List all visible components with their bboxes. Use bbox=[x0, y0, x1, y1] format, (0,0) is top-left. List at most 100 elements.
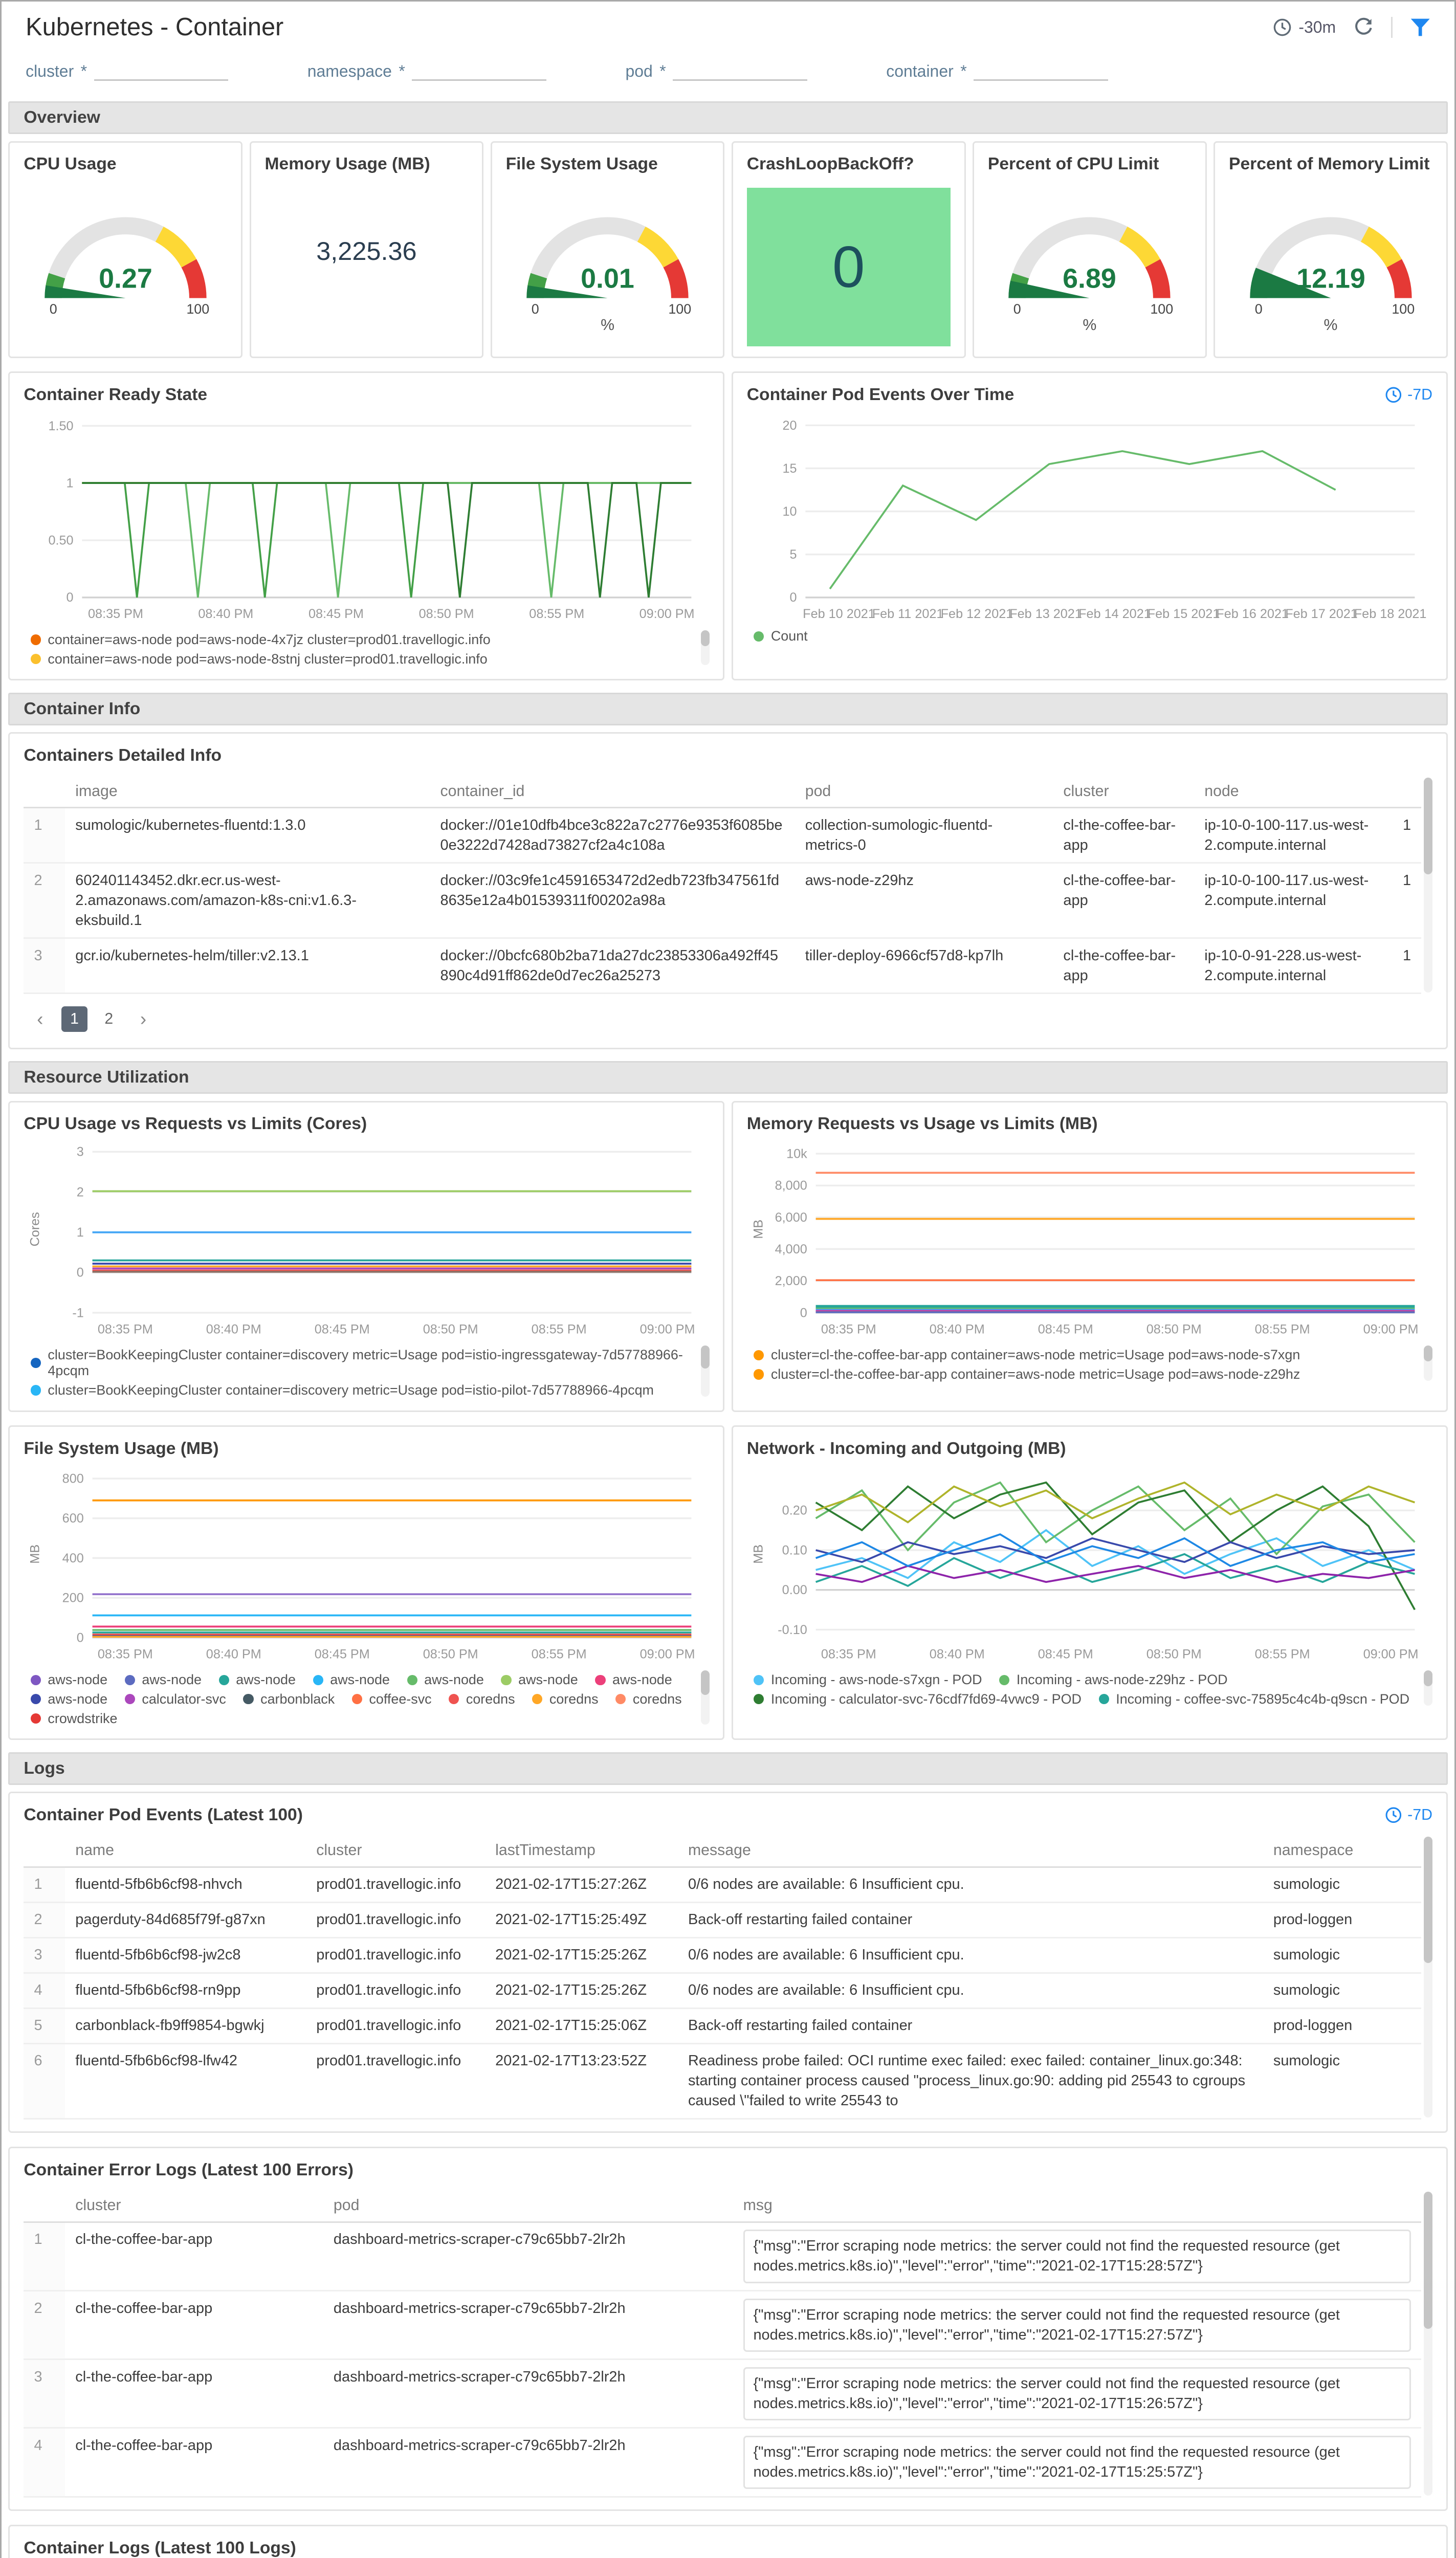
legend-item[interactable]: cluster=cl-the-coffee-bar-app container=… bbox=[754, 1347, 1300, 1363]
column-header[interactable]: namespace bbox=[1263, 1835, 1422, 1868]
scrollbar-thumb[interactable] bbox=[1424, 1837, 1432, 1964]
table-row[interactable]: 2 pagerduty-84d685f79f-g87xn prod01.travel… bbox=[24, 1902, 1422, 1938]
column-header[interactable]: lastTimestamp bbox=[484, 1835, 678, 1868]
legend-item[interactable]: cluster=BookKeepingCluster container=dis… bbox=[30, 1382, 654, 1398]
legend-item[interactable]: aws-node bbox=[407, 1672, 484, 1688]
legend-item[interactable]: container=aws-node pod=aws-node-4x7jz cl… bbox=[30, 632, 491, 648]
column-header[interactable] bbox=[24, 776, 65, 809]
next-page-button[interactable]: › bbox=[130, 1006, 156, 1032]
page-button-1[interactable]: 1 bbox=[61, 1006, 87, 1032]
table-scrollbar[interactable] bbox=[1424, 777, 1432, 993]
legend-scrollbar[interactable] bbox=[1424, 1345, 1432, 1381]
legend-item[interactable]: Incoming - aws-node-s7xgn - POD bbox=[754, 1672, 982, 1688]
table-row[interactable]: 2 602401143452.dkr.ecr.us-west-2.amazonaw… bbox=[24, 863, 1422, 939]
legend-item[interactable]: aws-node bbox=[501, 1672, 578, 1688]
legend-item[interactable]: coredns bbox=[532, 1691, 599, 1707]
legend-item[interactable]: coffee-svc bbox=[351, 1691, 432, 1707]
table-row[interactable]: 3 fluentd-5fb6b6cf98-jw2c8 prod01.travello… bbox=[24, 1937, 1422, 1974]
scrollbar-thumb[interactable] bbox=[700, 630, 710, 646]
cpu-chart[interactable]: -1 0 1 2 3 08:35 PM 08:40 PM 08:45 PM 08:50 PM 08… bbox=[24, 1134, 709, 1340]
legend-item[interactable]: aws-node bbox=[313, 1672, 390, 1688]
required-asterisk: * bbox=[960, 61, 967, 80]
legend-scrollbar[interactable] bbox=[1424, 1670, 1432, 1706]
scrollbar-thumb[interactable] bbox=[1424, 2192, 1432, 2329]
legend-scrollbar[interactable] bbox=[700, 1670, 710, 1725]
table-header-row: cluster pod msg bbox=[24, 2190, 1422, 2223]
table-row[interactable]: 4 cl-the-coffee-bar-app dashboard-metrics-… bbox=[24, 2428, 1422, 2498]
scrollbar-thumb[interactable] bbox=[700, 1345, 710, 1369]
table-scrollbar[interactable] bbox=[1424, 2192, 1432, 2496]
table-cell: prod01.travellogic.info bbox=[306, 1973, 485, 2009]
legend-scrollbar[interactable] bbox=[700, 1345, 710, 1397]
legend-item[interactable]: Incoming - coffee-svc-75895c4c4b-q9scn -… bbox=[1098, 1691, 1409, 1707]
legend-item[interactable]: aws-node bbox=[595, 1672, 672, 1688]
column-header[interactable] bbox=[24, 2190, 65, 2223]
prev-page-button[interactable]: ‹ bbox=[27, 1006, 53, 1032]
network-chart[interactable]: -0.10 0.00 0.10 0.20 08:35 PM 08:40 PM 08:45 P… bbox=[747, 1459, 1432, 1665]
filter-container-input[interactable] bbox=[974, 60, 1108, 81]
table-row[interactable]: 1 cl-the-coffee-bar-app dashboard-metrics-… bbox=[24, 2222, 1422, 2292]
legend-item[interactable]: calculator-svc bbox=[124, 1691, 226, 1707]
time-range-badge[interactable]: -7D bbox=[1385, 386, 1432, 404]
legend-item[interactable]: coredns bbox=[615, 1691, 682, 1707]
refresh-button[interactable] bbox=[1353, 17, 1374, 37]
legend-item[interactable]: cluster=BookKeepingCluster container=dis… bbox=[30, 1347, 692, 1379]
table-row[interactable]: 4 fluentd-5fb6b6cf98-rn9pp prod01.travello… bbox=[24, 1973, 1422, 2009]
section-header-overview[interactable]: Overview bbox=[8, 101, 1448, 135]
legend-item[interactable]: Count bbox=[754, 628, 808, 644]
column-header[interactable]: cluster bbox=[1053, 776, 1195, 809]
column-header[interactable]: cluster bbox=[65, 2190, 323, 2223]
column-header[interactable]: node bbox=[1194, 776, 1384, 809]
filter-namespace-input[interactable] bbox=[412, 60, 546, 81]
column-header[interactable]: image bbox=[65, 776, 430, 809]
legend-item[interactable]: aws-node bbox=[30, 1691, 107, 1707]
legend-item[interactable]: Incoming - calculator-svc-76cdf7fd69-4vw… bbox=[754, 1691, 1082, 1707]
table-row[interactable]: 3 gcr.io/kubernetes-helm/tiller:v2.13.1 do… bbox=[24, 938, 1422, 995]
section-header-logs[interactable]: Logs bbox=[8, 1752, 1448, 1785]
column-header[interactable] bbox=[24, 1835, 65, 1868]
column-header[interactable]: pod bbox=[795, 776, 1053, 809]
filter-cluster-input[interactable] bbox=[94, 60, 228, 81]
legend-item[interactable]: aws-node bbox=[124, 1672, 202, 1688]
legend-item[interactable]: container=aws-node pod=aws-node-8stnj cl… bbox=[30, 651, 488, 667]
page-button-2[interactable]: 2 bbox=[96, 1006, 122, 1032]
table-cell: dashboard-metrics-scraper-c79c65bb7-2lr2… bbox=[323, 2290, 733, 2361]
column-header[interactable]: name bbox=[65, 1835, 306, 1868]
scrollbar-thumb[interactable] bbox=[700, 1670, 710, 1695]
scrollbar-thumb[interactable] bbox=[1424, 1670, 1432, 1686]
memory-chart[interactable]: 0 2,000 4,000 6,000 8,000 10k 08:35 PM 08:40 PM… bbox=[747, 1134, 1432, 1340]
legend-item[interactable]: carbonblack bbox=[243, 1691, 335, 1707]
table-row[interactable]: 2 cl-the-coffee-bar-app dashboard-metrics-… bbox=[24, 2290, 1422, 2361]
filesystem-chart[interactable]: 0 200 400 600 800 08:35 PM 08:40 PM 08:45 PM 08:… bbox=[24, 1459, 709, 1665]
filter-pod-input[interactable] bbox=[673, 60, 807, 81]
scrollbar-thumb[interactable] bbox=[1424, 1345, 1432, 1361]
legend-item[interactable]: coredns bbox=[449, 1691, 515, 1707]
column-header[interactable]: cluster bbox=[306, 1835, 485, 1868]
table-scrollbar[interactable] bbox=[1424, 1837, 1432, 2118]
column-header[interactable]: container_id bbox=[430, 776, 795, 809]
table-row[interactable]: 6 fluentd-5fb6b6cf98-lfw42 prod01.travello… bbox=[24, 2043, 1422, 2120]
section-header-container-info[interactable]: Container Info bbox=[8, 692, 1448, 726]
legend-item[interactable]: aws-node bbox=[30, 1672, 107, 1688]
ready-state-chart[interactable]: 0 0.50 1 1.50 08:35 PM 08:40 PM 08:45 PM 08:50 … bbox=[24, 405, 709, 625]
legend-scrollbar[interactable] bbox=[700, 630, 710, 666]
column-header[interactable]: pod bbox=[323, 2190, 733, 2223]
table-row[interactable]: 3 cl-the-coffee-bar-app dashboard-metrics-… bbox=[24, 2359, 1422, 2429]
pod-events-chart[interactable]: 0 5 10 15 20 Feb 10 2021 Feb 11 2021 Feb 12 202… bbox=[747, 405, 1432, 625]
scrollbar-thumb[interactable] bbox=[1424, 777, 1432, 874]
table-row[interactable]: 1 fluentd-5fb6b6cf98-nhvch prod01.travello… bbox=[24, 1867, 1422, 1903]
table-row[interactable]: 1 sumologic/kubernetes-fluentd:1.3.0 docke… bbox=[24, 807, 1422, 864]
legend-item[interactable]: cluster=cl-the-coffee-bar-app container=… bbox=[754, 1366, 1300, 1382]
section-header-resource-utilization[interactable]: Resource Utilization bbox=[8, 1061, 1448, 1094]
table-cell: cl-the-coffee-bar-app bbox=[65, 2359, 323, 2429]
column-header[interactable]: msg bbox=[733, 2190, 1422, 2223]
time-range-badge[interactable]: -7D bbox=[1385, 1806, 1432, 1824]
column-header[interactable] bbox=[1383, 776, 1422, 809]
legend-item[interactable]: crowdstrike bbox=[30, 1711, 117, 1727]
column-header[interactable]: message bbox=[677, 1835, 1263, 1868]
legend-item[interactable]: aws-node bbox=[218, 1672, 296, 1688]
filter-button[interactable] bbox=[1410, 18, 1430, 37]
table-row[interactable]: 5 carbonblack-fb9ff9854-bgwkj prod01.trave… bbox=[24, 2008, 1422, 2044]
time-range-control[interactable]: -30m bbox=[1273, 18, 1336, 37]
legend-item[interactable]: Incoming - aws-node-z29hz - POD bbox=[999, 1672, 1228, 1688]
